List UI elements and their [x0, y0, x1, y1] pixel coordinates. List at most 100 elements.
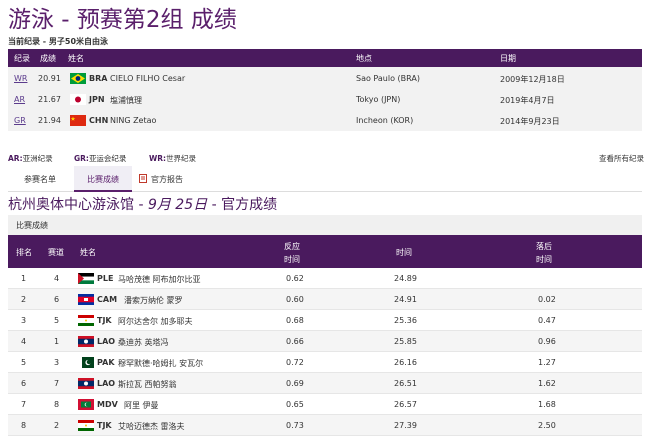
reaction: 0.65: [286, 400, 304, 409]
time: 26.51: [394, 379, 417, 388]
record-athlete-name[interactable]: 塩浦慎理: [110, 95, 142, 106]
header-behind-2: 时间: [536, 255, 552, 264]
record-code-link[interactable]: GR: [14, 116, 26, 125]
behind: 1.62: [538, 379, 556, 388]
rank: 6: [21, 379, 27, 388]
legend-wr-code: WR:: [149, 154, 167, 163]
tab-official-report[interactable]: 官方报告: [134, 166, 200, 192]
record-date: 2009年12月18日: [500, 75, 565, 84]
record-athlete-name[interactable]: CIELO FILHO Cesar: [110, 74, 185, 83]
athlete-name[interactable]: 桑迪苏 英塔冯: [118, 337, 169, 348]
noc: TJK: [97, 316, 112, 325]
lane: 3: [54, 358, 60, 367]
records-table-body: WR 20.91 BRA CIELO FILHO Cesar Sao Paulo…: [8, 67, 642, 131]
rank: 1: [21, 274, 27, 283]
header-record: 纪录: [14, 54, 30, 63]
record-venue: Incheon (KOR): [356, 116, 414, 125]
header-name: 姓名: [80, 248, 96, 257]
palestine-flag-icon: [78, 273, 94, 284]
results-table-body: 1 4 PLE 马哈茂德 阿布加尔比亚 0.62 24.89 2 6 CAM 潘…: [8, 268, 642, 436]
section-label: 比赛成绩: [8, 215, 642, 235]
time: 24.91: [394, 295, 417, 304]
athlete-name[interactable]: 斯拉瓦 西帕努翁: [118, 379, 177, 390]
header-lane: 赛道: [48, 248, 64, 257]
record-result: 21.94: [38, 116, 61, 125]
venue-prefix: 杭州奥体中心游泳馆 -: [8, 197, 148, 213]
page-title: 游泳 - 预赛第2组 成绩: [8, 7, 237, 33]
japan-flag-icon: [70, 94, 86, 105]
venue-title: 杭州奥体中心游泳馆 - 9月 25日 - 官方成绩: [8, 194, 277, 214]
brazil-flag-icon: [70, 73, 86, 84]
lane: 7: [54, 379, 60, 388]
noc: LAO: [97, 337, 116, 346]
rank: 2: [21, 295, 27, 304]
reaction: 0.60: [286, 295, 304, 304]
lane: 8: [54, 400, 60, 409]
pakistan-flag-icon: [78, 357, 94, 368]
header-result: 成绩: [40, 54, 56, 63]
venue-date: 9月 25日: [147, 197, 208, 213]
reaction: 0.66: [286, 337, 304, 346]
time: 25.85: [394, 337, 417, 346]
header-reaction-1: 反应: [284, 242, 300, 251]
athlete-name[interactable]: 艾哈迈德杰 雷洛夫: [118, 421, 185, 432]
legend-gr: GR:亚运会纪录: [74, 153, 126, 164]
china-flag-icon: [70, 115, 86, 126]
behind: 0.02: [538, 295, 556, 304]
record-code-link[interactable]: AR: [14, 95, 25, 104]
reaction: 0.62: [286, 274, 304, 283]
table-row: 3 5 TJK 阿尔达舍尔 加多耶夫 0.68 25.36 0.47: [8, 310, 642, 331]
athlete-name[interactable]: 阿尔达舍尔 加多耶夫: [118, 316, 193, 327]
tab-entry-list[interactable]: 参赛名单: [8, 166, 72, 192]
reaction: 0.69: [286, 379, 304, 388]
header-time: 时间: [396, 248, 412, 257]
lane: 1: [54, 337, 60, 346]
cambodia-flag-icon: [78, 294, 94, 305]
results-table-header: 排名 赛道 姓名 反应 时间 时间 落后 时间: [8, 235, 642, 268]
header-name: 姓名: [68, 54, 84, 63]
rank: 4: [21, 337, 27, 346]
view-all-records-link[interactable]: 查看所有纪录: [599, 153, 644, 164]
athlete-name[interactable]: 马哈茂德 阿布加尔比亚: [118, 274, 201, 285]
behind: 0.47: [538, 316, 556, 325]
noc: MDV: [97, 400, 118, 409]
records-table-header: 纪录 成绩 姓名 地点 日期: [8, 49, 642, 67]
legend-wr-text: 世界纪录: [166, 154, 197, 163]
record-code-link[interactable]: WR: [14, 74, 27, 83]
record-noc: JPN: [89, 95, 105, 104]
noc: TJK: [97, 421, 112, 430]
record-venue: Sao Paulo (BRA): [356, 74, 420, 83]
record-venue: Tokyo (JPN): [356, 95, 401, 104]
time: 24.89: [394, 274, 417, 283]
lane: 2: [54, 421, 60, 430]
record-result: 20.91: [38, 74, 61, 83]
rank: 5: [21, 358, 27, 367]
time: 26.57: [394, 400, 417, 409]
noc: PAK: [97, 358, 115, 367]
record-athlete-name[interactable]: NING Zetao: [110, 116, 156, 125]
header-behind-1: 落后: [536, 242, 552, 251]
behind: 2.50: [538, 421, 556, 430]
tab-results[interactable]: 比赛成绩: [74, 166, 132, 192]
lane: 4: [54, 274, 60, 283]
table-row: 8 2 TJK 艾哈迈德杰 雷洛夫 0.73 27.39 2.50: [8, 415, 642, 436]
venue-suffix: - 官方成绩: [207, 197, 278, 213]
reaction: 0.73: [286, 421, 304, 430]
laos-flag-icon: [78, 378, 94, 389]
rank: 8: [21, 421, 27, 430]
header-venue: 地点: [356, 54, 372, 63]
athlete-name[interactable]: 穆罕默德·哈姆扎 安瓦尔: [118, 358, 203, 369]
table-row: 1 4 PLE 马哈茂德 阿布加尔比亚 0.62 24.89: [8, 268, 642, 289]
time: 27.39: [394, 421, 417, 430]
record-noc: BRA: [89, 74, 108, 83]
tajikistan-flag-icon: [78, 315, 94, 326]
table-row: 2 6 CAM 潘索万纳伦 蒙罗 0.60 24.91 0.02: [8, 289, 642, 310]
laos-flag-icon: [78, 336, 94, 347]
athlete-name[interactable]: 阿里 伊曼: [124, 400, 159, 411]
record-result: 21.67: [38, 95, 61, 104]
athlete-name[interactable]: 潘索万纳伦 蒙罗: [124, 295, 183, 306]
tajikistan-flag-icon: [78, 420, 94, 431]
reaction: 0.72: [286, 358, 304, 367]
legend-ar-text: 亚洲纪录: [22, 154, 53, 163]
rank: 3: [21, 316, 27, 325]
